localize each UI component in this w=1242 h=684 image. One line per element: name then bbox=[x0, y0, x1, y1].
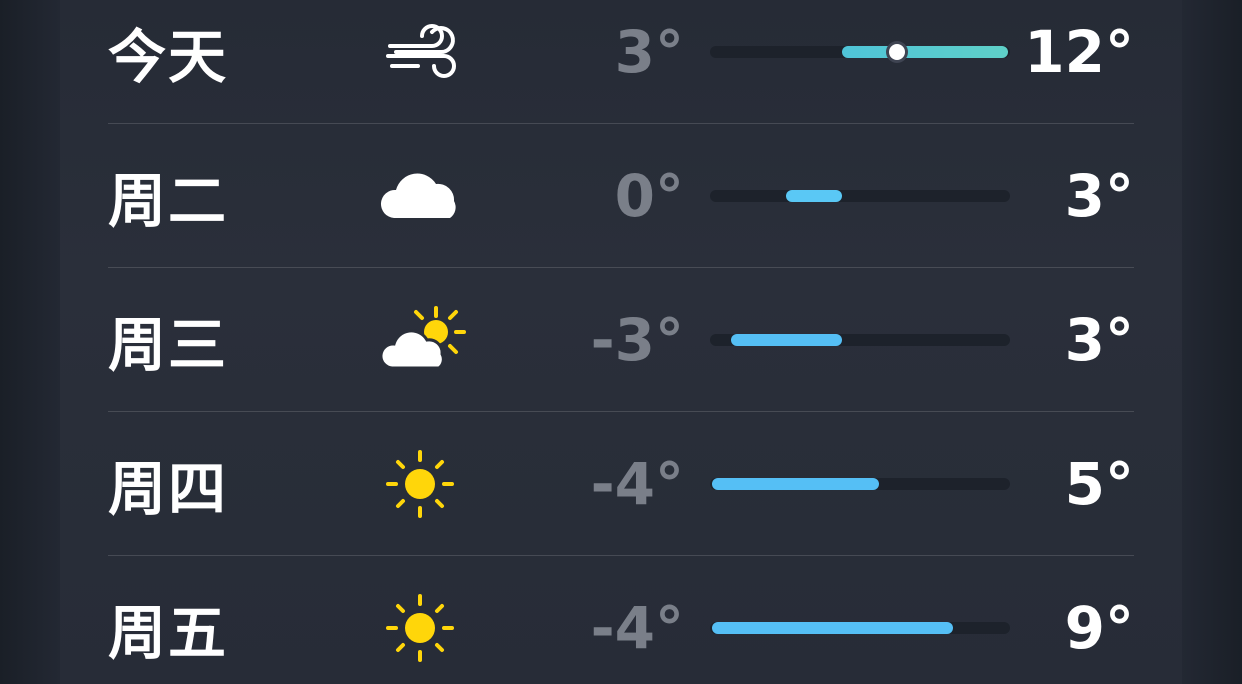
sun-icon bbox=[370, 588, 470, 668]
high-temp: 5° bbox=[1064, 450, 1134, 518]
forecast-row-friday[interactable]: 周五 -4° 9° bbox=[108, 556, 1134, 684]
day-label: 周四 bbox=[108, 455, 229, 523]
current-temp-marker bbox=[889, 44, 905, 60]
forecast-row-today[interactable]: 今天 3° 12° bbox=[108, 0, 1134, 124]
partly-sunny-icon bbox=[370, 300, 470, 380]
temp-range-track bbox=[710, 190, 1010, 202]
temp-range-track bbox=[710, 44, 1010, 60]
temp-range-fill bbox=[786, 190, 842, 202]
weather-screen: 今天 3° 12° 周二 0° 3° 周三 -3° 3° 周四 -4° 5° 周… bbox=[0, 0, 1242, 684]
high-temp: 9° bbox=[1064, 594, 1134, 662]
temp-range-fill bbox=[712, 478, 879, 490]
day-label: 周二 bbox=[108, 167, 229, 235]
temp-range-fill bbox=[841, 46, 1008, 58]
temp-range-fill bbox=[730, 334, 842, 346]
temp-range-track bbox=[710, 622, 1010, 634]
forecast-row-thursday[interactable]: 周四 -4° 5° bbox=[108, 412, 1134, 556]
low-temp: 3° bbox=[614, 18, 684, 86]
forecast-row-tuesday[interactable]: 周二 0° 3° bbox=[108, 124, 1134, 268]
day-label: 周五 bbox=[108, 599, 229, 667]
low-temp: -4° bbox=[590, 450, 684, 518]
temp-range-track bbox=[710, 334, 1010, 346]
low-temp: 0° bbox=[614, 162, 684, 230]
high-temp: 3° bbox=[1064, 306, 1134, 374]
cloud-icon bbox=[370, 156, 470, 236]
ten-day-forecast-panel: 今天 3° 12° 周二 0° 3° 周三 -3° 3° 周四 -4° 5° 周… bbox=[60, 0, 1182, 684]
temp-range-fill bbox=[712, 622, 953, 634]
day-label: 周三 bbox=[108, 311, 229, 379]
low-temp: -4° bbox=[590, 594, 684, 662]
sun-icon bbox=[370, 444, 470, 524]
high-temp: 12° bbox=[1024, 18, 1134, 86]
temp-range-track bbox=[710, 478, 1010, 490]
low-temp: -3° bbox=[590, 306, 684, 374]
high-temp: 3° bbox=[1064, 162, 1134, 230]
forecast-row-wednesday[interactable]: 周三 -3° 3° bbox=[108, 268, 1134, 412]
wind-icon bbox=[370, 12, 470, 92]
day-label: 今天 bbox=[108, 23, 229, 91]
